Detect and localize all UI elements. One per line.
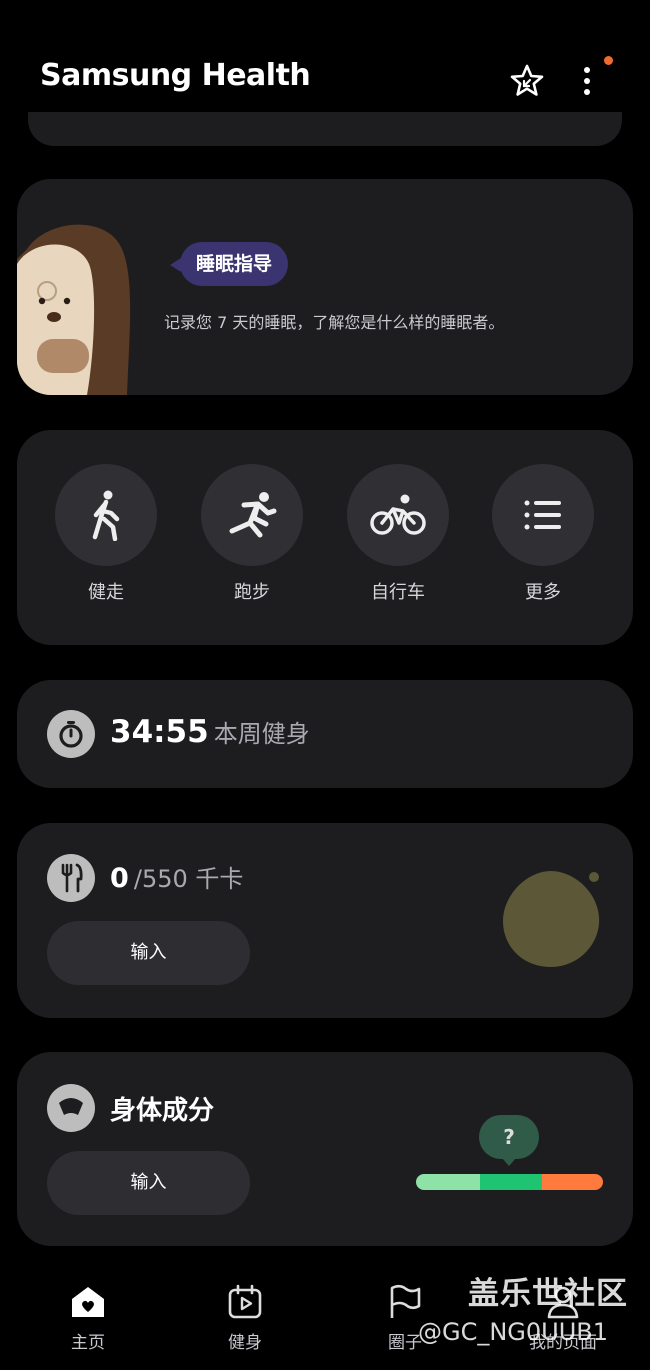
help-bubble-tail xyxy=(502,1158,516,1166)
nav-home[interactable]: 主页 xyxy=(33,1284,143,1353)
watermark-title: 盖乐世社区 xyxy=(468,1276,628,1312)
cycling-icon xyxy=(370,494,426,535)
more-exercises-label: 更多 xyxy=(525,582,561,603)
running-label: 跑步 xyxy=(234,582,270,603)
help-bubble[interactable]: ? xyxy=(479,1115,539,1159)
sleep-coaching-description: 记录您 7 天的睡眠，了解您是什么样的睡眠者。 xyxy=(164,313,505,332)
exercise-quick-start-card: 健走 跑步 自行车 更多 xyxy=(17,430,633,645)
nav-fitness[interactable]: 健身 xyxy=(190,1284,300,1353)
fork-knife-icon xyxy=(47,854,95,902)
notification-dot xyxy=(604,56,613,65)
previous-card-edge xyxy=(28,112,622,146)
range-bar-high xyxy=(542,1174,603,1190)
more-exercises-button[interactable] xyxy=(492,464,594,566)
body-input-button[interactable]: 输入 xyxy=(47,1151,250,1215)
calorie-summary: 0 /550 千卡 xyxy=(110,859,243,894)
body-composition-card[interactable]: 身体成分 输入 ? xyxy=(17,1052,633,1246)
cycling-label: 自行车 xyxy=(371,582,425,603)
nav-fitness-label: 健身 xyxy=(228,1333,262,1353)
favorites-star-icon[interactable] xyxy=(508,62,546,100)
watermark-handle: @GC_NG0UUB1 xyxy=(418,1318,609,1346)
body-composition-title: 身体成分 xyxy=(110,1096,215,1126)
workout-label: 本周健身 xyxy=(213,720,310,748)
home-icon xyxy=(72,1287,104,1317)
stopwatch-icon xyxy=(47,710,95,758)
nav-home-label: 主页 xyxy=(71,1333,105,1353)
lemon-icon xyxy=(501,869,601,969)
sleep-coaching-badge: 睡眠指导 xyxy=(180,242,289,286)
walking-icon xyxy=(92,490,120,541)
food-card[interactable]: 0 /550 千卡 输入 xyxy=(17,823,633,1018)
more-options-icon[interactable] xyxy=(572,62,602,100)
app-title: Samsung Health xyxy=(40,58,311,93)
hedgehog-illustration xyxy=(17,219,137,395)
cycling-button[interactable] xyxy=(347,464,449,566)
list-icon xyxy=(524,500,561,530)
sleep-coaching-card[interactable]: 睡眠指导 记录您 7 天的睡眠，了解您是什么样的睡眠者。 xyxy=(17,179,633,395)
running-button[interactable] xyxy=(201,464,303,566)
walking-button[interactable] xyxy=(55,464,157,566)
scale-icon xyxy=(47,1084,95,1132)
workout-summary: 34:55 本周健身 xyxy=(110,714,310,750)
calorie-goal: /550 千卡 xyxy=(133,865,244,893)
walking-label: 健走 xyxy=(88,582,124,603)
food-input-button[interactable]: 输入 xyxy=(47,921,250,985)
range-bar-low xyxy=(416,1174,480,1190)
workout-time: 34:55 xyxy=(110,714,209,750)
flag-icon xyxy=(390,1284,421,1318)
running-icon xyxy=(229,492,277,538)
weekly-workout-card[interactable]: 34:55 本周健身 xyxy=(17,680,633,788)
fitness-icon xyxy=(228,1284,262,1319)
range-bar-normal xyxy=(480,1174,542,1190)
calorie-value: 0 xyxy=(110,863,129,894)
